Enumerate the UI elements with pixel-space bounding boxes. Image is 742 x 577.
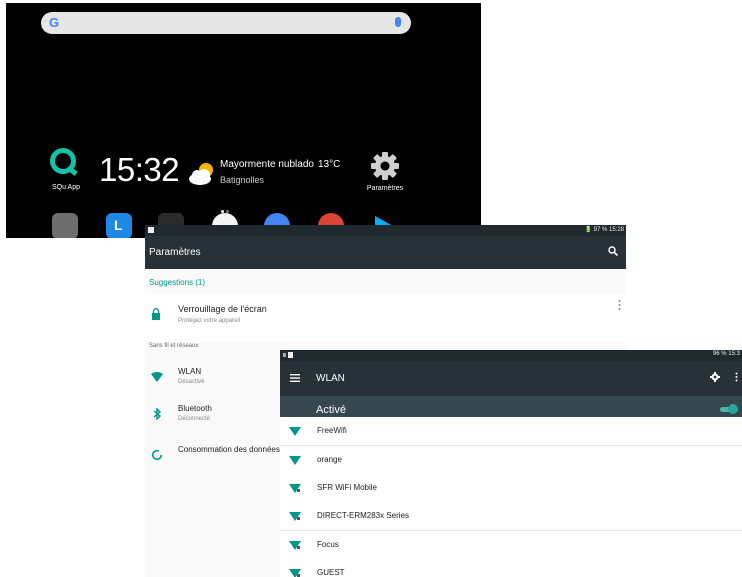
status-bar: 🔋 97 % 15:28 bbox=[145, 225, 626, 236]
network-item[interactable]: GUEST bbox=[280, 559, 742, 577]
cloud-sun-icon bbox=[189, 163, 213, 185]
wifi-secured-signal-icon bbox=[289, 541, 301, 550]
network-item[interactable]: DIRECT-ERM283x Series bbox=[280, 502, 742, 531]
mic-icon[interactable] bbox=[395, 17, 401, 27]
item-title: Consommation des données bbox=[178, 445, 280, 454]
status-time: 96 % 15:3 bbox=[712, 351, 740, 357]
google-icon: G bbox=[49, 15, 60, 30]
settings-item-data-usage[interactable]: Consommation des données bbox=[145, 441, 280, 471]
network-item[interactable]: Focus bbox=[280, 531, 742, 560]
item-subtitle: Désactivé bbox=[178, 379, 205, 385]
data-usage-icon bbox=[151, 449, 163, 461]
settings-gear-icon[interactable] bbox=[370, 151, 400, 181]
network-name: DIRECT-ERM283x Series bbox=[317, 511, 410, 520]
more-vert-icon[interactable] bbox=[735, 372, 738, 382]
wifi-secured-signal-icon bbox=[289, 484, 301, 493]
lock-icon bbox=[152, 308, 160, 320]
network-name: orange bbox=[317, 455, 342, 464]
status-time: 🔋 97 % 15:28 bbox=[584, 227, 625, 233]
network-name: GUEST bbox=[317, 568, 345, 577]
notification-icons bbox=[283, 352, 293, 358]
wlan-toolbar: WLAN bbox=[280, 361, 742, 396]
network-item[interactable]: orange bbox=[280, 446, 742, 475]
clock-widget[interactable]: 15:32 bbox=[99, 151, 180, 189]
wifi-secured-signal-icon bbox=[289, 569, 301, 577]
squ-app-label: SQu App bbox=[51, 184, 81, 191]
network-name: FreeWifi bbox=[317, 426, 347, 435]
network-item[interactable]: FreeWifi bbox=[280, 417, 742, 446]
notification-icon bbox=[148, 227, 154, 233]
lock-screen-suggestion[interactable]: Verrouillage de l'écran Protégez votre a… bbox=[145, 293, 626, 343]
network-item[interactable]: SFR WiFi Mobile bbox=[280, 474, 742, 503]
settings-item-bluetooth[interactable]: Bluetooth Déconnecté bbox=[145, 400, 280, 430]
suggestion-subtitle: Protégez votre appareil bbox=[178, 318, 241, 324]
page-title: Paramètres bbox=[149, 247, 201, 258]
weather-temperature: 13°C bbox=[318, 159, 341, 170]
menu-icon[interactable] bbox=[290, 374, 300, 382]
bluetooth-icon bbox=[153, 408, 162, 420]
settings-item-wlan[interactable]: WLAN Désactivé bbox=[145, 363, 280, 393]
network-name: SFR WiFi Mobile bbox=[317, 483, 378, 492]
item-title: WLAN bbox=[178, 367, 202, 376]
page-indicator bbox=[221, 200, 233, 213]
wifi-signal-icon bbox=[289, 456, 301, 465]
settings-app-label: Paramètres bbox=[366, 185, 404, 192]
gear-icon[interactable] bbox=[710, 372, 720, 382]
home-screen: G SQu App 15:32 Mayormente nublado 13°C … bbox=[6, 3, 481, 238]
wifi-icon bbox=[151, 372, 163, 382]
mail-icon[interactable] bbox=[52, 213, 78, 238]
status-bar: 96 % 15:3 bbox=[280, 350, 742, 361]
network-name: Focus bbox=[317, 540, 339, 549]
suggestion-title: Verrouillage de l'écran bbox=[178, 304, 267, 314]
item-subtitle: Déconnecté bbox=[178, 416, 211, 422]
weather-description: Mayormente nublado bbox=[220, 159, 314, 170]
wifi-secured-signal-icon bbox=[289, 512, 301, 521]
l-app-icon[interactable]: L bbox=[106, 213, 132, 238]
wlan-screen: 96 % 15:3 WLAN Activé FreeWifi orange SF… bbox=[280, 350, 742, 577]
active-label: Activé bbox=[316, 404, 346, 416]
search-icon[interactable] bbox=[608, 246, 618, 256]
more-vert-icon[interactable] bbox=[618, 299, 621, 311]
google-search-bar[interactable]: G bbox=[41, 12, 411, 34]
settings-toolbar: Paramètres bbox=[145, 236, 626, 269]
section-header: Sans fil et réseaux bbox=[149, 343, 199, 349]
wlan-toggle[interactable] bbox=[720, 404, 738, 414]
weather-location: Batignolles bbox=[220, 175, 265, 185]
item-title: Bluetooth bbox=[178, 404, 212, 413]
page-title: WLAN bbox=[316, 373, 345, 384]
squ-app-icon[interactable] bbox=[50, 148, 76, 174]
suggestions-header[interactable]: Suggestions (1) bbox=[149, 278, 205, 287]
wifi-signal-icon bbox=[289, 427, 301, 436]
